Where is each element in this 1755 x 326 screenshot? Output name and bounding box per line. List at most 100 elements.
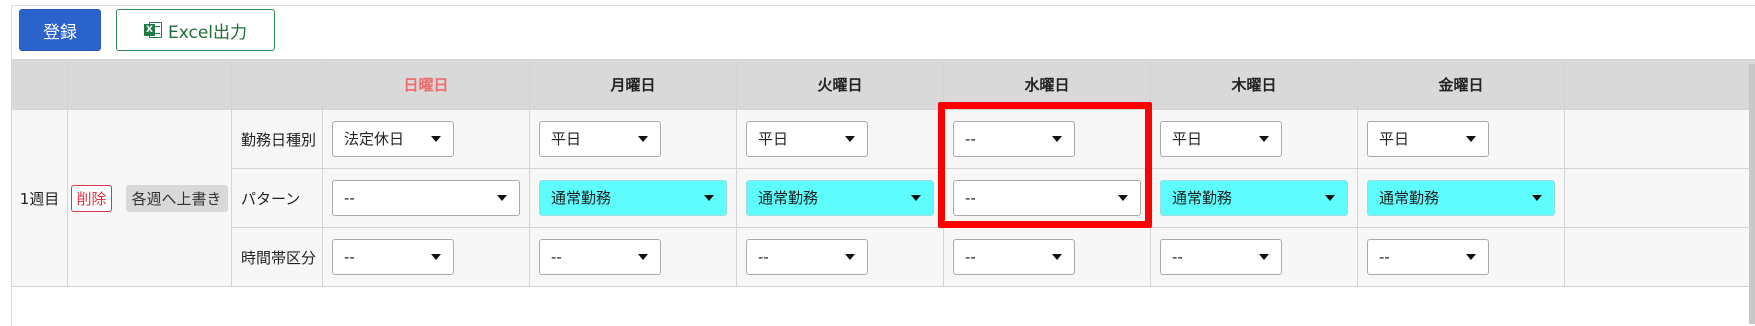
cell: 平日 — [1358, 110, 1565, 169]
time-zone-select-friday[interactable]: -- — [1367, 239, 1489, 275]
header-tuesday: 火曜日 — [737, 60, 944, 110]
row-label-time-zone: 時間帯区分 — [232, 228, 323, 287]
cell: 通常勤務 — [1358, 169, 1565, 228]
register-button[interactable]: 登録 — [19, 9, 101, 51]
time-zone-select-tuesday[interactable]: -- — [746, 239, 868, 275]
cell: -- — [323, 169, 530, 228]
header-friday: 金曜日 — [1358, 60, 1565, 110]
select-value: 通常勤務 — [1172, 189, 1232, 207]
select-value: -- — [965, 189, 976, 207]
dropdown-caret-icon — [1532, 195, 1542, 201]
delete-button[interactable]: 削除 — [71, 185, 111, 212]
row-workday-type: 1週目 削除各週へ上書き 勤務日種別 法定休日 平日 平日 -- 平日 平日 — [12, 110, 1755, 169]
workday-type-select-monday[interactable]: 平日 — [539, 121, 661, 157]
cell: 平日 — [530, 110, 737, 169]
select-value: -- — [1172, 248, 1183, 266]
cell: 通常勤務 — [530, 169, 737, 228]
dropdown-caret-icon — [638, 136, 648, 142]
week-actions: 削除各週へ上書き — [68, 110, 232, 287]
dropdown-caret-icon — [1466, 254, 1476, 260]
workday-type-select-friday[interactable]: 平日 — [1367, 121, 1489, 157]
cell: -- — [944, 228, 1151, 287]
select-value: -- — [758, 248, 769, 266]
dropdown-caret-icon — [1052, 254, 1062, 260]
pattern-select-tuesday[interactable]: 通常勤務 — [746, 180, 934, 216]
row-time-zone-category: 時間帯区分 -- -- -- -- -- -- — [12, 228, 1755, 287]
dropdown-caret-icon — [845, 254, 855, 260]
time-zone-select-thursday[interactable]: -- — [1160, 239, 1282, 275]
cell: -- — [1358, 228, 1565, 287]
select-value: -- — [1379, 248, 1390, 266]
dropdown-caret-icon — [1325, 195, 1335, 201]
dropdown-caret-icon — [638, 254, 648, 260]
cell: 通常勤務 — [1151, 169, 1358, 228]
pattern-select-wednesday[interactable]: -- — [953, 180, 1141, 216]
dropdown-caret-icon — [845, 136, 855, 142]
pattern-select-sunday[interactable]: -- — [332, 180, 520, 216]
header-wednesday: 水曜日 — [944, 60, 1151, 110]
header-thursday: 木曜日 — [1151, 60, 1358, 110]
time-zone-select-monday[interactable]: -- — [539, 239, 661, 275]
dropdown-caret-icon — [911, 195, 921, 201]
select-value: -- — [551, 248, 562, 266]
cell: -- — [323, 228, 530, 287]
header-overflow — [1565, 60, 1755, 110]
row-label-workday-type: 勤務日種別 — [232, 110, 323, 169]
schedule-table: 日曜日 月曜日 火曜日 水曜日 木曜日 金曜日 1週目 削除各週へ上書き 勤務日… — [11, 59, 1755, 287]
excel-export-button[interactable]: X Excel出力 — [116, 9, 275, 51]
cell: 通常勤務 — [737, 169, 944, 228]
select-value: -- — [344, 248, 355, 266]
select-value: 平日 — [758, 130, 788, 148]
dropdown-caret-icon — [1118, 195, 1128, 201]
time-zone-select-sunday[interactable]: -- — [332, 239, 454, 275]
select-value: 通常勤務 — [551, 189, 611, 207]
header-sunday: 日曜日 — [323, 60, 530, 110]
cell: -- — [737, 228, 944, 287]
cell: -- — [530, 228, 737, 287]
cell: -- — [1151, 228, 1358, 287]
workday-type-select-wednesday[interactable]: -- — [953, 121, 1075, 157]
select-value: -- — [965, 130, 976, 148]
dropdown-caret-icon — [704, 195, 714, 201]
week-label: 1週目 — [12, 110, 68, 287]
header-monday: 月曜日 — [530, 60, 737, 110]
select-value: 平日 — [551, 130, 581, 148]
register-button-label: 登録 — [43, 18, 77, 43]
select-value: 平日 — [1379, 130, 1409, 148]
dropdown-caret-icon — [1259, 254, 1269, 260]
cell: 平日 — [1151, 110, 1358, 169]
overflow-cell — [1565, 110, 1755, 169]
excel-file-icon: X — [144, 21, 162, 39]
workday-type-select-thursday[interactable]: 平日 — [1160, 121, 1282, 157]
pattern-select-friday[interactable]: 通常勤務 — [1367, 180, 1555, 216]
select-value: -- — [344, 189, 355, 207]
day-header-row: 日曜日 月曜日 火曜日 水曜日 木曜日 金曜日 — [12, 60, 1755, 110]
workday-type-select-tuesday[interactable]: 平日 — [746, 121, 868, 157]
dropdown-caret-icon — [431, 136, 441, 142]
cell: -- — [944, 110, 1151, 169]
select-value: -- — [965, 248, 976, 266]
vertical-scrollbar[interactable] — [1749, 64, 1755, 324]
select-value: 通常勤務 — [1379, 189, 1439, 207]
pattern-select-monday[interactable]: 通常勤務 — [539, 180, 727, 216]
select-value: 通常勤務 — [758, 189, 818, 207]
time-zone-select-wednesday[interactable]: -- — [953, 239, 1075, 275]
row-pattern: パターン -- 通常勤務 通常勤務 -- 通常勤務 通常勤務 — [12, 169, 1755, 228]
row-label-pattern: パターン — [232, 169, 323, 228]
dropdown-caret-icon — [1052, 136, 1062, 142]
dropdown-caret-icon — [431, 254, 441, 260]
cell: 法定休日 — [323, 110, 530, 169]
overflow-cell — [1565, 228, 1755, 287]
overwrite-all-weeks-button[interactable]: 各週へ上書き — [126, 185, 228, 212]
dropdown-caret-icon — [1259, 136, 1269, 142]
overflow-cell — [1565, 169, 1755, 228]
dropdown-caret-icon — [497, 195, 507, 201]
cell: 平日 — [737, 110, 944, 169]
workday-type-select-sunday[interactable]: 法定休日 — [332, 121, 454, 157]
header-blank-label — [232, 60, 323, 110]
cell: -- — [944, 169, 1151, 228]
pattern-select-thursday[interactable]: 通常勤務 — [1160, 180, 1348, 216]
header-blank-week — [12, 60, 68, 110]
excel-export-label: Excel出力 — [168, 18, 247, 43]
dropdown-caret-icon — [1466, 136, 1476, 142]
